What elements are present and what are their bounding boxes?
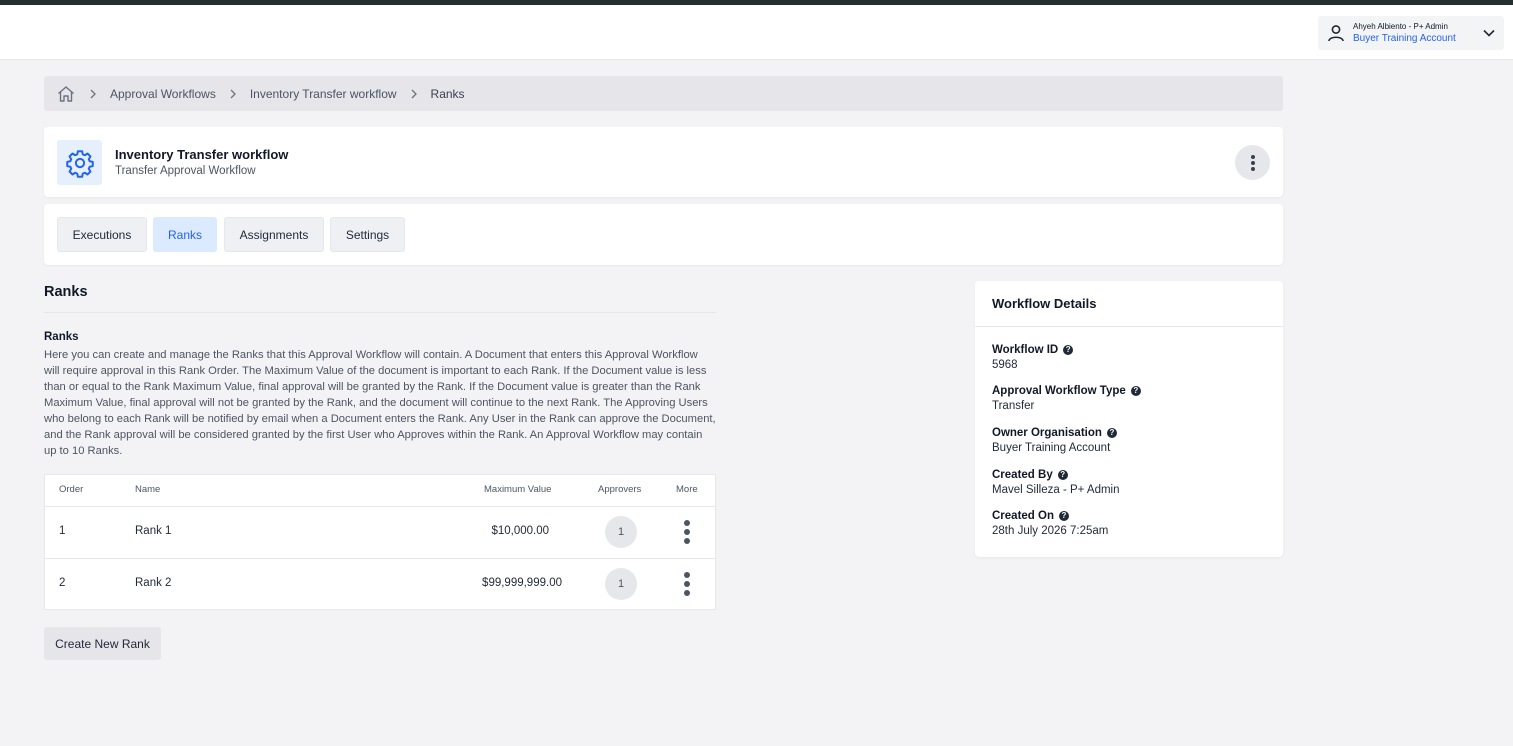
help-icon[interactable]: ? bbox=[1130, 386, 1141, 396]
ranks-info-heading: Ranks bbox=[44, 331, 79, 343]
row-more-button[interactable] bbox=[680, 517, 694, 547]
chevron-right-icon bbox=[411, 89, 417, 98]
workflow-subtitle: Transfer Approval Workflow bbox=[115, 165, 256, 177]
kebab-icon-dot bbox=[1250, 154, 1255, 159]
chevron-right-icon bbox=[90, 89, 96, 98]
kebab-icon-dot bbox=[1250, 166, 1255, 171]
kebab-icon-dot bbox=[684, 538, 690, 544]
details-divider bbox=[975, 326, 1283, 327]
workflow-more-button[interactable] bbox=[1235, 145, 1270, 180]
workflow-title: Inventory Transfer workflow bbox=[115, 147, 289, 162]
tab-settings[interactable]: Settings bbox=[330, 217, 405, 252]
ranks-table: Order Name Maximum Value Approvers More … bbox=[44, 474, 716, 610]
approvers-count-badge[interactable]: 1 bbox=[605, 568, 637, 600]
chevron-down-icon[interactable] bbox=[1482, 26, 1496, 40]
details-title: Workflow Details bbox=[992, 296, 1097, 311]
detail-workflow-id: Workflow ID? 5968 bbox=[992, 344, 1074, 371]
help-icon[interactable]: ? bbox=[1106, 428, 1117, 438]
breadcrumb: Approval Workflows Inventory Transfer wo… bbox=[44, 76, 1283, 111]
section-divider bbox=[44, 312, 716, 313]
detail-value: Buyer Training Account bbox=[992, 442, 1111, 454]
row-more-button[interactable] bbox=[680, 569, 694, 599]
user-organisation: Buyer Training Account bbox=[1353, 33, 1456, 44]
workflow-details-card: Workflow Details Workflow ID? 5968 Appro… bbox=[975, 281, 1283, 557]
tabs-bar: Executions Ranks Assignments Settings bbox=[44, 204, 1283, 265]
kebab-icon-dot bbox=[684, 581, 690, 587]
detail-value: 28th July 2026 7:25am bbox=[992, 525, 1109, 537]
create-new-rank-button[interactable]: Create New Rank bbox=[44, 627, 161, 660]
detail-value: 5968 bbox=[992, 359, 1018, 371]
detail-label: Created By bbox=[992, 469, 1053, 481]
kebab-icon-dot bbox=[684, 572, 690, 578]
breadcrumb-ranks: Ranks bbox=[430, 86, 465, 101]
detail-value: Transfer bbox=[992, 400, 1035, 412]
user-icon bbox=[1328, 25, 1344, 42]
detail-workflow-type: Approval Workflow Type? Transfer bbox=[992, 385, 1141, 412]
chevron-right-icon bbox=[230, 89, 236, 98]
kebab-icon-dot bbox=[684, 520, 690, 526]
header-maximum-value: Maximum Value bbox=[484, 484, 552, 495]
row-order: 2 bbox=[59, 577, 66, 589]
detail-owner-organisation: Owner Organisation? Buyer Training Accou… bbox=[992, 427, 1117, 454]
detail-label: Created On bbox=[992, 510, 1054, 522]
approvers-count-badge[interactable]: 1 bbox=[605, 516, 637, 548]
detail-label: Workflow ID bbox=[992, 344, 1059, 356]
breadcrumb-workflow[interactable]: Inventory Transfer workflow bbox=[250, 87, 397, 101]
user-name: Ahyeh Albiento - P+ Admin bbox=[1353, 22, 1448, 31]
table-row[interactable]: 2 Rank 2 $99,999,999.00 1 bbox=[45, 558, 715, 609]
row-name: Rank 2 bbox=[135, 577, 172, 589]
workflow-icon-box bbox=[57, 140, 102, 185]
row-name: Rank 1 bbox=[135, 525, 172, 537]
row-maximum-value: $10,000.00 bbox=[491, 525, 549, 537]
kebab-icon-dot bbox=[684, 590, 690, 596]
user-menu[interactable]: Ahyeh Albiento - P+ Admin Buyer Training… bbox=[1318, 16, 1504, 50]
table-row[interactable]: 1 Rank 1 $10,000.00 1 bbox=[45, 507, 715, 558]
header-name: Name bbox=[135, 484, 161, 495]
row-maximum-value: $99,999,999.00 bbox=[482, 577, 562, 589]
kebab-icon-dot bbox=[1250, 160, 1255, 165]
help-icon[interactable]: ? bbox=[1063, 345, 1074, 355]
header-order: Order bbox=[59, 484, 84, 495]
top-header: Ahyeh Albiento - P+ Admin Buyer Training… bbox=[0, 5, 1513, 60]
home-icon[interactable] bbox=[56, 84, 76, 104]
ranks-info-text: Here you can create and manage the Ranks… bbox=[44, 349, 716, 457]
tab-assignments[interactable]: Assignments bbox=[224, 217, 324, 252]
header-approvers: Approvers bbox=[598, 484, 642, 495]
gear-icon bbox=[65, 149, 94, 178]
ranks-section-title: Ranks bbox=[44, 284, 88, 300]
tab-ranks[interactable]: Ranks bbox=[153, 217, 217, 252]
breadcrumb-approval-workflows[interactable]: Approval Workflows bbox=[110, 87, 216, 101]
help-icon[interactable]: ? bbox=[1059, 511, 1069, 521]
row-order: 1 bbox=[59, 525, 66, 537]
detail-label: Owner Organisation bbox=[992, 427, 1102, 439]
detail-created-by: Created By? Mavel Silleza - P+ Admin bbox=[992, 469, 1120, 496]
kebab-icon-dot bbox=[684, 529, 690, 535]
workflow-header-card: Inventory Transfer workflow Transfer App… bbox=[44, 127, 1283, 197]
detail-label: Approval Workflow Type bbox=[992, 385, 1126, 397]
detail-value: Mavel Silleza - P+ Admin bbox=[992, 484, 1120, 496]
help-icon[interactable]: ? bbox=[1057, 470, 1068, 480]
tab-executions[interactable]: Executions bbox=[57, 217, 147, 252]
table-header: Order Name Maximum Value Approvers More bbox=[45, 475, 715, 507]
detail-created-on: Created On? 28th July 2026 7:25am bbox=[992, 510, 1108, 537]
header-more: More bbox=[676, 484, 698, 495]
